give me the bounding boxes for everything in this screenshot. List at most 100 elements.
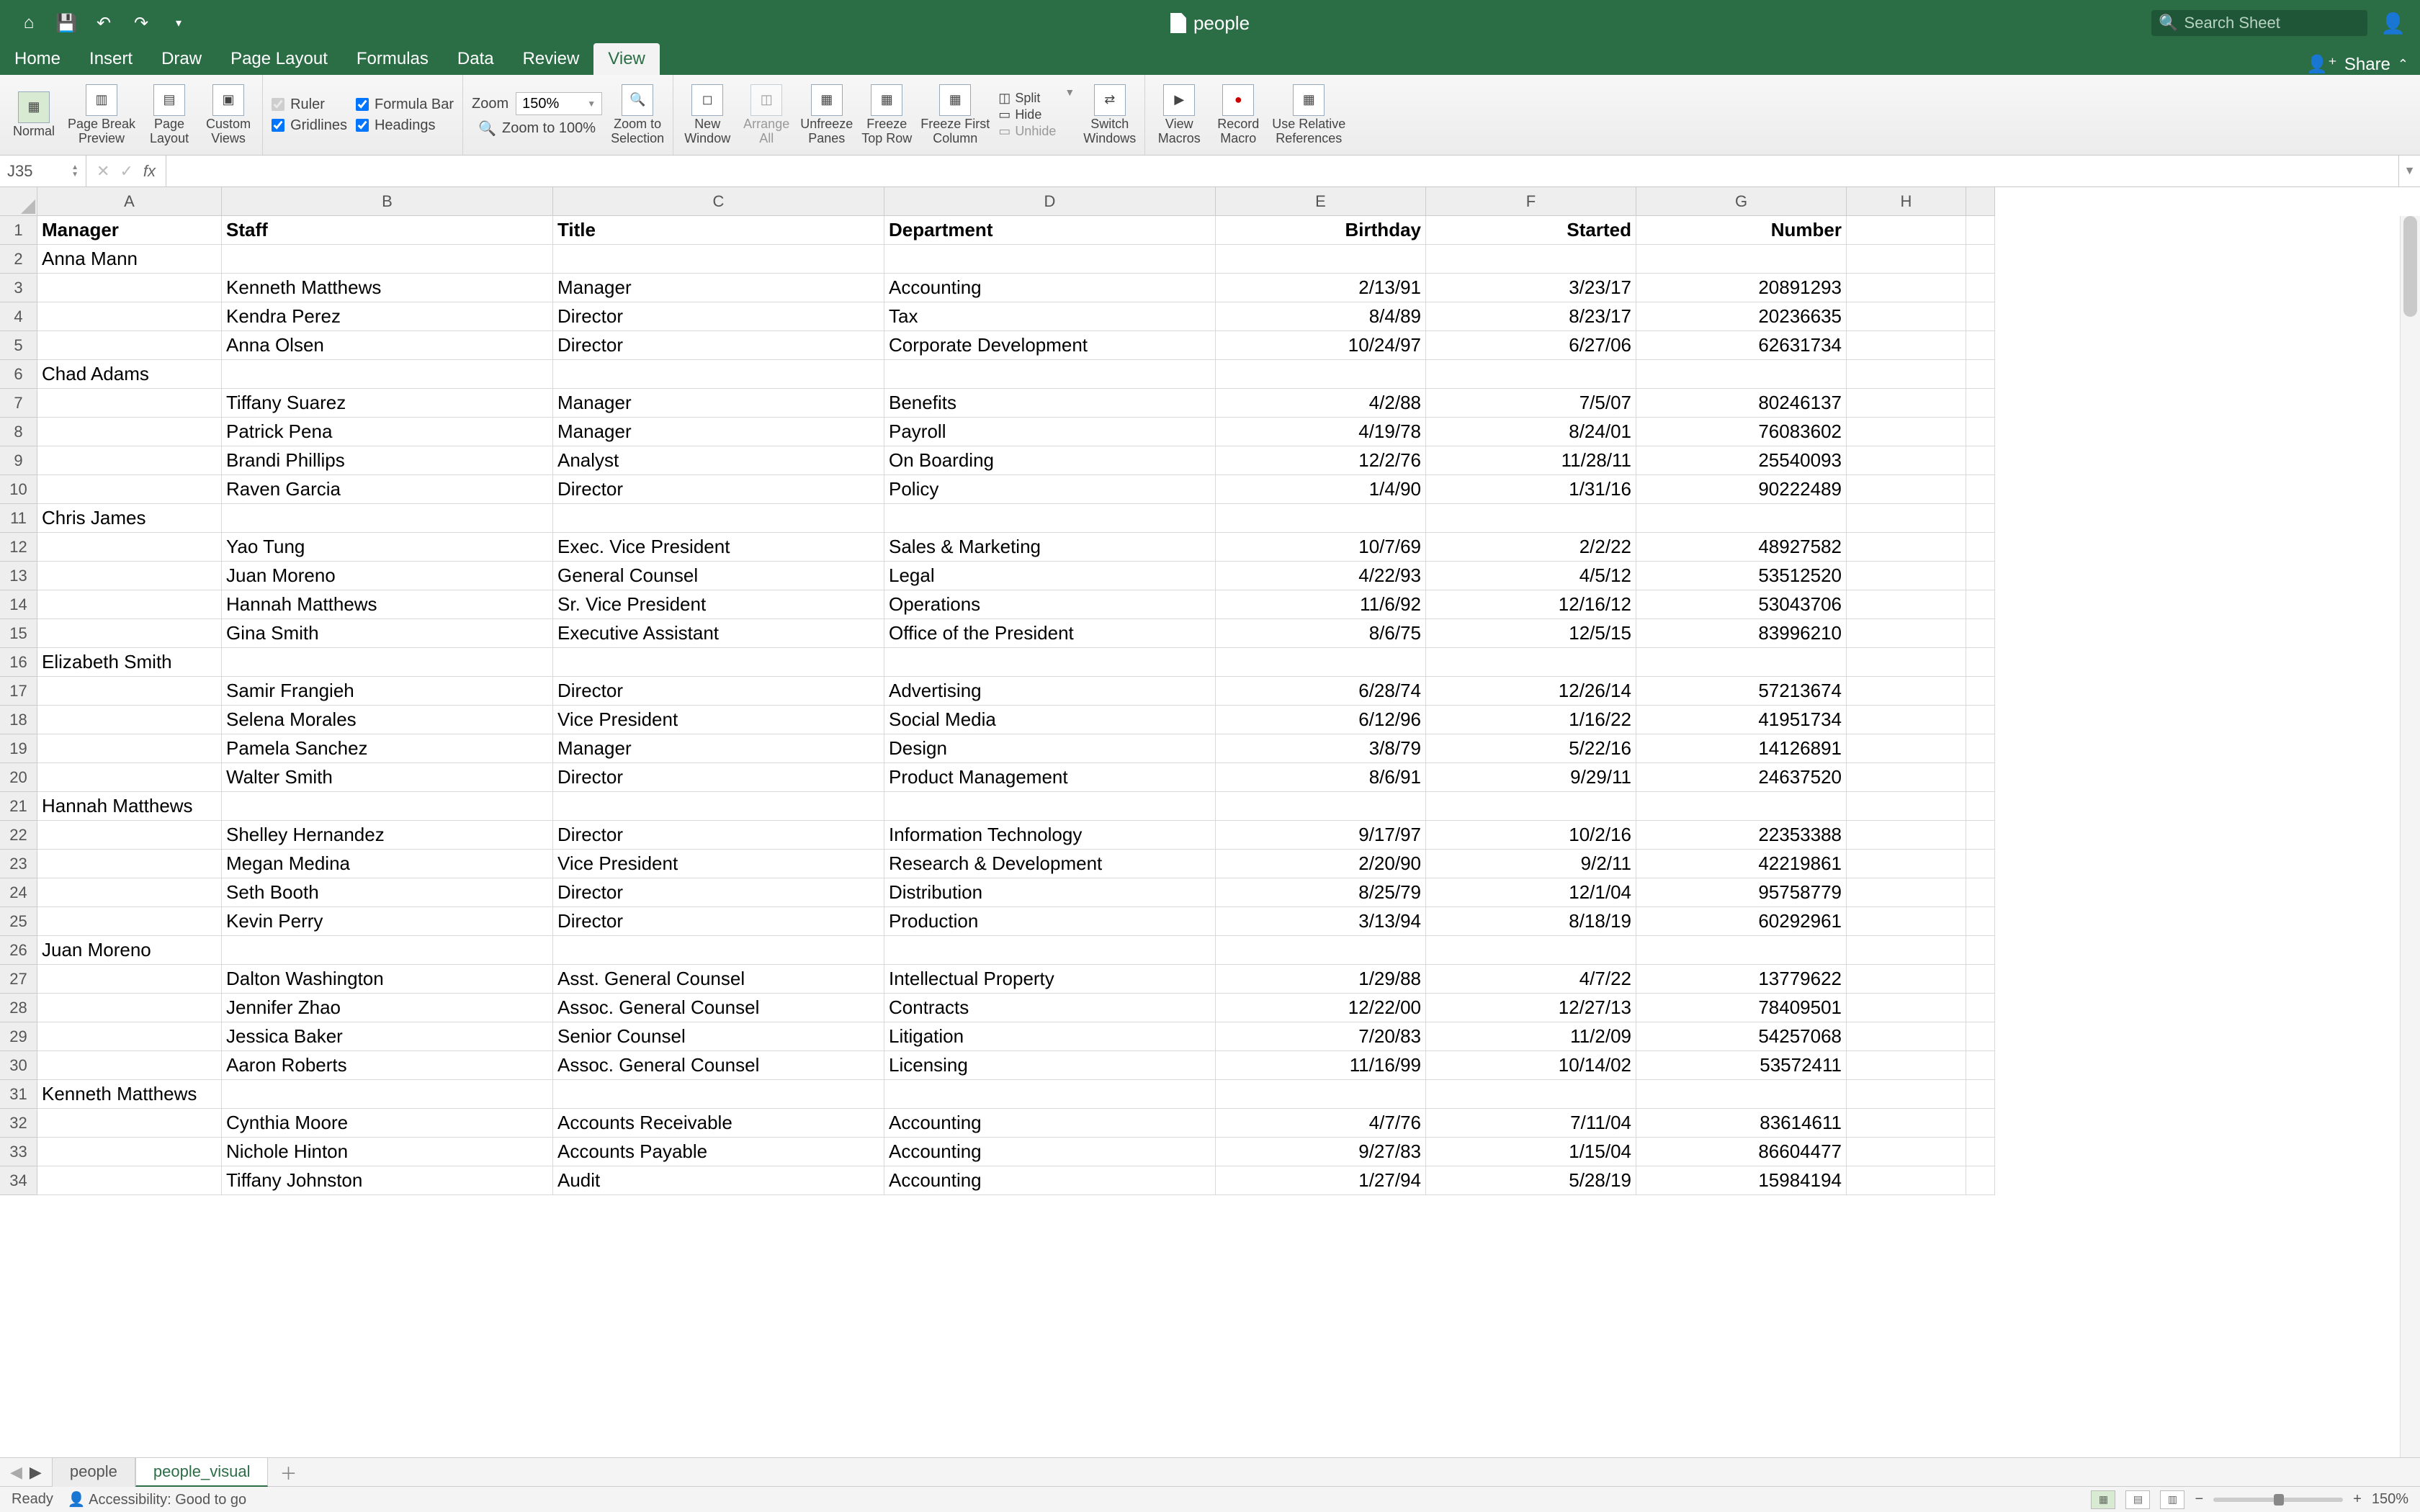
row-header-30[interactable]: 30 (0, 1051, 37, 1080)
cell[interactable]: 4/22/93 (1216, 562, 1426, 590)
row-header-27[interactable]: 27 (0, 965, 37, 994)
col-header-E[interactable]: E (1216, 187, 1426, 216)
cell[interactable]: Director (553, 821, 884, 850)
cell[interactable]: 41951734 (1636, 706, 1847, 734)
cell[interactable]: 10/24/97 (1216, 331, 1426, 360)
col-header-F[interactable]: F (1426, 187, 1636, 216)
row-header-18[interactable]: 18 (0, 706, 37, 734)
cell[interactable]: Megan Medina (222, 850, 553, 878)
cell[interactable]: 8/6/91 (1216, 763, 1426, 792)
cell[interactable] (1636, 792, 1847, 821)
cell[interactable]: 2/13/91 (1216, 274, 1426, 302)
cell[interactable]: Analyst (553, 446, 884, 475)
cell[interactable]: Aaron Roberts (222, 1051, 553, 1080)
row-header-14[interactable]: 14 (0, 590, 37, 619)
cell[interactable]: 83996210 (1636, 619, 1847, 648)
cell[interactable] (1426, 245, 1636, 274)
row-header-1[interactable]: 1 (0, 216, 37, 245)
cell[interactable] (884, 504, 1216, 533)
cell[interactable]: 48927582 (1636, 533, 1847, 562)
cell[interactable] (553, 1080, 884, 1109)
window-dropdown-icon[interactable]: ▼ (1065, 86, 1075, 98)
cell[interactable]: Director (553, 878, 884, 907)
cell[interactable] (553, 792, 884, 821)
tab-view[interactable]: View (593, 43, 660, 75)
row-header-16[interactable]: 16 (0, 648, 37, 677)
cell[interactable]: 86604477 (1636, 1138, 1847, 1166)
cell[interactable]: 6/28/74 (1216, 677, 1426, 706)
view-page-break-icon[interactable]: ▥ (2160, 1490, 2184, 1509)
view-normal-button[interactable]: ▦Normal (9, 91, 59, 139)
cell[interactable]: Executive Assistant (553, 619, 884, 648)
cell[interactable]: 4/7/76 (1216, 1109, 1426, 1138)
cell[interactable]: 1/27/94 (1216, 1166, 1426, 1195)
cell[interactable]: 2/20/90 (1216, 850, 1426, 878)
cell[interactable] (1636, 360, 1847, 389)
cell[interactable]: Seth Booth (222, 878, 553, 907)
cell[interactable]: Manager (553, 734, 884, 763)
cell[interactable]: Gina Smith (222, 619, 553, 648)
row-header-10[interactable]: 10 (0, 475, 37, 504)
cell[interactable]: Exec. Vice President (553, 533, 884, 562)
cell[interactable]: Jessica Baker (222, 1022, 553, 1051)
cell[interactable] (222, 504, 553, 533)
status-accessibility[interactable]: 👤 Accessibility: Good to go (68, 1490, 246, 1508)
cell[interactable]: Selena Morales (222, 706, 553, 734)
cell[interactable]: Cynthia Moore (222, 1109, 553, 1138)
cell[interactable] (37, 994, 222, 1022)
cell[interactable]: 1/4/90 (1216, 475, 1426, 504)
cell[interactable]: Advertising (884, 677, 1216, 706)
cell[interactable]: 62631734 (1636, 331, 1847, 360)
cell[interactable]: Contracts (884, 994, 1216, 1022)
cell[interactable]: Accounting (884, 1166, 1216, 1195)
view-custom-views-button[interactable]: ▣Custom Views (203, 84, 254, 146)
view-macros-button[interactable]: ▶View Macros (1154, 84, 1204, 146)
name-box[interactable]: J35 ▲▼ (0, 156, 86, 186)
cell[interactable] (37, 878, 222, 907)
cell[interactable]: 4/5/12 (1426, 562, 1636, 590)
cell[interactable]: 90222489 (1636, 475, 1847, 504)
cell[interactable]: Nichole Hinton (222, 1138, 553, 1166)
cell[interactable]: 54257068 (1636, 1022, 1847, 1051)
cell[interactable] (37, 446, 222, 475)
row-header-32[interactable]: 32 (0, 1109, 37, 1138)
cell[interactable] (222, 648, 553, 677)
cell[interactable]: Director (553, 763, 884, 792)
cell[interactable] (37, 907, 222, 936)
row-header-22[interactable]: 22 (0, 821, 37, 850)
cell[interactable] (1636, 936, 1847, 965)
redo-icon[interactable]: ↷ (131, 13, 151, 33)
cell[interactable]: 8/4/89 (1216, 302, 1426, 331)
cell[interactable]: Chad Adams (37, 360, 222, 389)
search-input[interactable] (2184, 14, 2392, 32)
view-page-break-button[interactable]: ▥Page Break Preview (68, 84, 135, 146)
cell[interactable]: 11/6/92 (1216, 590, 1426, 619)
cell[interactable] (37, 619, 222, 648)
row-header-34[interactable]: 34 (0, 1166, 37, 1195)
cell[interactable] (37, 965, 222, 994)
cell[interactable]: 3/8/79 (1216, 734, 1426, 763)
cell[interactable]: 53512520 (1636, 562, 1847, 590)
cell[interactable]: Manager (553, 389, 884, 418)
cell[interactable]: 10/7/69 (1216, 533, 1426, 562)
cell[interactable]: 4/7/22 (1426, 965, 1636, 994)
row-header-28[interactable]: 28 (0, 994, 37, 1022)
cell[interactable]: Senior Counsel (553, 1022, 884, 1051)
cell[interactable]: Jennifer Zhao (222, 994, 553, 1022)
cell[interactable]: 1/31/16 (1426, 475, 1636, 504)
cell[interactable]: 7/11/04 (1426, 1109, 1636, 1138)
cell[interactable] (1216, 245, 1426, 274)
cell[interactable]: Vice President (553, 850, 884, 878)
qat-dropdown-icon[interactable]: ▾ (169, 13, 189, 33)
cell[interactable] (1216, 504, 1426, 533)
cell[interactable]: 76083602 (1636, 418, 1847, 446)
cell[interactable] (37, 821, 222, 850)
zoom-in-button[interactable]: + (2353, 1491, 2362, 1508)
cell[interactable] (37, 677, 222, 706)
cell[interactable]: Licensing (884, 1051, 1216, 1080)
cell[interactable]: 12/26/14 (1426, 677, 1636, 706)
cell[interactable] (37, 1138, 222, 1166)
row-header-17[interactable]: 17 (0, 677, 37, 706)
cell[interactable] (37, 763, 222, 792)
col-header-extra[interactable] (1966, 187, 1995, 216)
